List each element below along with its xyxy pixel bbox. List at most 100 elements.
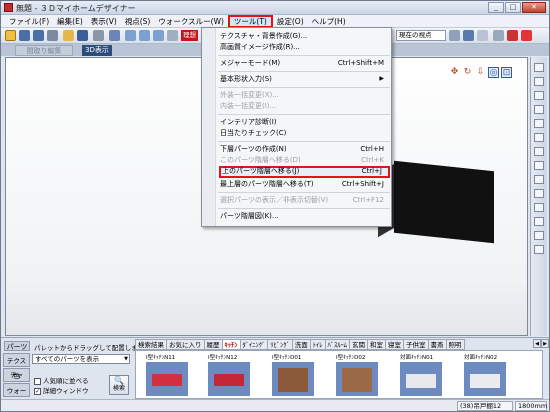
measure-icon[interactable] (477, 30, 488, 41)
menu-item-sunlight-check[interactable]: 日当たりチェック(C) (220, 128, 390, 138)
info-icon[interactable] (507, 30, 518, 41)
menu-item-create-sublayer[interactable]: 下層パーツの作成(N) Ctrl+H (220, 144, 390, 154)
tab-entrance[interactable]: 玄関 (349, 339, 368, 350)
side-tabs: テクスチャ 色 ウォーク (3, 353, 30, 409)
tab-search-results[interactable]: 検索結果 (135, 339, 167, 350)
rotate-icon[interactable]: ↻ (462, 67, 473, 78)
menu-item-label: 最上層のパーツ階層へ移る(T) (220, 180, 314, 188)
zoom-out-icon[interactable] (153, 30, 164, 41)
strip-tool-8-icon[interactable] (534, 161, 544, 170)
menu-item-layer-tree[interactable]: パーツ階層図(K)... (220, 211, 390, 221)
viewpoint-combo[interactable]: 現在の視点 (396, 30, 446, 41)
move-icon[interactable]: ✥ (449, 67, 460, 78)
cursor-icon[interactable] (47, 30, 58, 41)
menu-item-interior-diagnosis[interactable]: インテリア診断(I) (220, 117, 390, 127)
ideal-button[interactable]: 理想 (181, 30, 198, 41)
part-item[interactable]: I型ｷｯﾁﾝN12 (200, 353, 258, 398)
part-name: I型ｷｯﾁﾝD01 (272, 355, 302, 361)
tab-kitchen[interactable]: ｷｯﾁﾝ (221, 339, 241, 350)
zoom-in-icon[interactable] (139, 30, 150, 41)
tab-study[interactable]: 書斎 (427, 339, 447, 350)
save-icon[interactable] (77, 30, 88, 41)
maximize-button[interactable]: □ (505, 2, 521, 13)
menu-view[interactable]: 表示(V) (87, 15, 121, 28)
checkbox-label: 人気順に並べる (43, 377, 89, 385)
walk-icon[interactable]: ⇩ (475, 67, 486, 78)
menu-item-hq-image[interactable]: 高画質イメージ作成(R)... (220, 42, 390, 52)
tabs-scroll-left-icon[interactable]: ◀ (533, 339, 541, 348)
part-thumbnail (208, 362, 250, 396)
menu-item-label: インテリア診断(I) (220, 118, 277, 126)
strip-tool-1-icon[interactable] (534, 63, 544, 72)
menu-item-go-to-parent-layer[interactable]: 上のパーツ階層へ移る(J) Ctrl+J (219, 166, 390, 178)
part-item[interactable]: 対面ｷｯﾁﾝN02 (456, 353, 514, 398)
minimize-button[interactable]: _ (488, 2, 504, 13)
copy-icon[interactable] (109, 30, 120, 41)
part-item[interactable]: I型ｷｯﾁﾝD02 (328, 353, 386, 398)
tab-living[interactable]: ﾘﾋﾞﾝｸﾞ (267, 339, 293, 350)
tabs-scroll-right-icon[interactable]: ▶ (541, 339, 549, 348)
pan-view-icon[interactable]: ⊡ (501, 67, 512, 78)
parts-tab[interactable]: パーツ (4, 341, 30, 351)
strip-tool-7-icon[interactable] (534, 147, 544, 156)
viewpoint-arrow-icon[interactable] (449, 30, 460, 41)
tab-floor-plan[interactable]: 間取り編集 (15, 45, 73, 56)
part-item[interactable]: I型ｷｯﾁﾝN11 (138, 353, 196, 398)
strip-tool-14-icon[interactable] (534, 245, 544, 254)
menu-viewpoint[interactable]: 視点(S) (121, 15, 155, 28)
redo-icon[interactable] (33, 30, 44, 41)
tab-washroom[interactable]: 洗面 (291, 339, 311, 350)
strip-tool-5-icon[interactable] (534, 119, 544, 128)
strip-tool-4-icon[interactable] (534, 105, 544, 114)
menu-item-exterior-change: 外装一括変更(X)... (220, 90, 390, 100)
undo-icon[interactable] (19, 30, 30, 41)
strip-tool-11-icon[interactable] (534, 203, 544, 212)
menu-separator (218, 208, 390, 209)
strip-tool-2-icon[interactable] (534, 77, 544, 86)
close-button[interactable]: ✕ (522, 2, 546, 13)
zoom-fit-icon[interactable] (125, 30, 136, 41)
search-button[interactable]: 🔍 検索 (109, 375, 129, 395)
tab-bedroom[interactable]: 寝室 (385, 339, 404, 350)
select-tool-icon[interactable] (5, 30, 16, 41)
menu-item-texture[interactable]: テクスチャ・背景作成(G)... (220, 31, 390, 41)
tab-walk[interactable]: ウォーク (3, 383, 30, 409)
tab-3d-view[interactable]: 3D表示 (82, 45, 112, 56)
strip-tool-3-icon[interactable] (534, 91, 544, 100)
strip-tool-13-icon[interactable] (534, 231, 544, 240)
full-view-icon[interactable] (167, 30, 178, 41)
detail-window-checkbox[interactable]: ✓ 詳細ウィンドウ (34, 387, 89, 396)
tab-kids-room[interactable]: 子供室 (403, 339, 429, 350)
tab-toilet[interactable]: ﾄｲﾚ (309, 339, 326, 350)
strip-tool-12-icon[interactable] (534, 217, 544, 226)
open-folder-icon[interactable] (63, 30, 74, 41)
link-icon[interactable] (493, 30, 504, 41)
tab-dining[interactable]: ﾀﾞｲﾆﾝｸﾞ (239, 339, 269, 350)
tab-color[interactable]: 色 (3, 368, 30, 382)
menu-item-go-to-top-layer[interactable]: 最上層のパーツ階層へ移る(T) Ctrl+Shift+J (220, 179, 390, 189)
menu-separator (218, 87, 390, 88)
strip-tool-10-icon[interactable] (534, 189, 544, 198)
strip-tool-9-icon[interactable] (534, 175, 544, 184)
tab-bathroom[interactable]: ﾊﾞｽﾙｰﾑ (324, 339, 350, 350)
parts-filter-select[interactable]: すべてのパーツを表示 ▼ (32, 354, 130, 364)
menu-item-measure-mode[interactable]: メジャーモード(M) Ctrl+Shift+M (220, 58, 390, 68)
strip-tool-6-icon[interactable] (534, 133, 544, 142)
print-icon[interactable] (93, 30, 104, 41)
qa-icon[interactable] (521, 30, 532, 41)
submenu-arrow-icon: ▶ (379, 75, 384, 82)
tab-favorites[interactable]: お気に入り (166, 339, 205, 350)
part-item[interactable]: I型ｷｯﾁﾝD01 (264, 353, 322, 398)
3d-object[interactable] (394, 160, 494, 244)
fit-view-icon[interactable]: ◎ (488, 67, 499, 78)
menu-file[interactable]: ファイル(F) (5, 15, 53, 28)
tab-lighting[interactable]: 照明 (445, 339, 465, 350)
popular-order-checkbox[interactable]: 人気順に並べる (34, 377, 89, 386)
menu-edit[interactable]: 編集(E) (53, 15, 87, 28)
tab-japanese-room[interactable]: 和室 (367, 339, 386, 350)
tab-history[interactable]: 履歴 (203, 339, 223, 350)
tab-texture[interactable]: テクスチャ (3, 353, 30, 379)
part-item[interactable]: 対面ｷｯﾁﾝN01 (392, 353, 450, 398)
camera-icon[interactable] (463, 30, 474, 41)
menu-item-basic-shape[interactable]: 基本形状入力(S) ▶ (220, 74, 390, 84)
